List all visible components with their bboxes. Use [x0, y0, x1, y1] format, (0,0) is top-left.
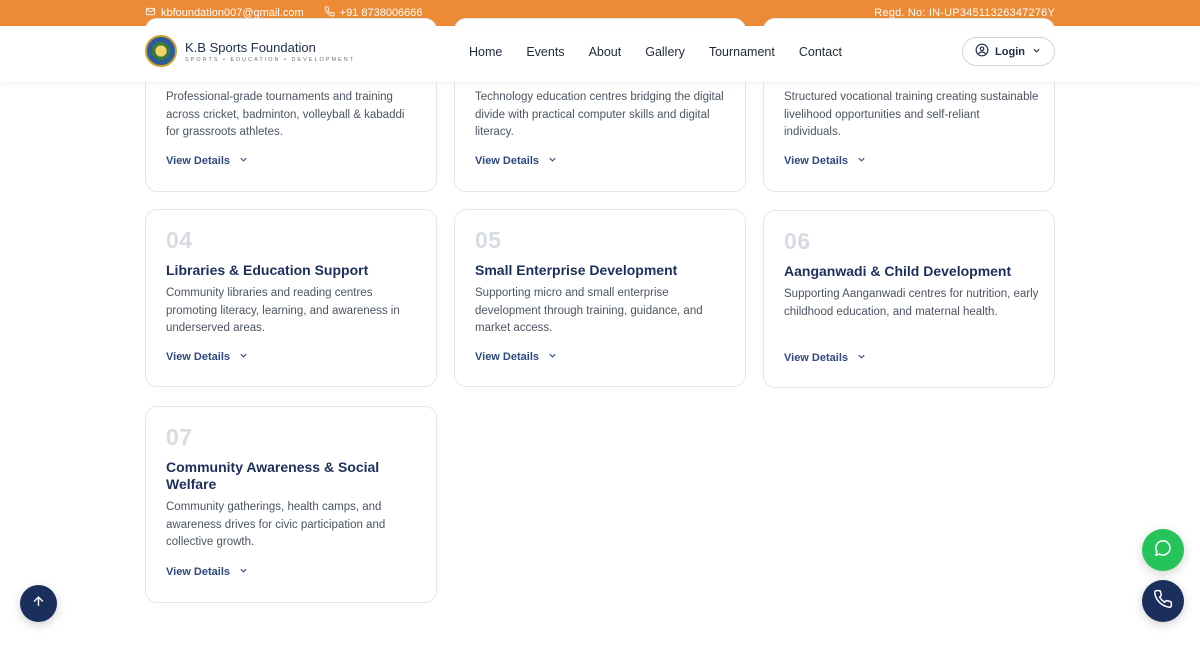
program-card: 07 Community Awareness & Social Welfare … — [145, 406, 437, 603]
view-details-link[interactable]: View Details — [166, 565, 249, 579]
phone-icon — [1153, 589, 1173, 614]
nav-events[interactable]: Events — [514, 45, 576, 59]
card-number: 06 — [784, 228, 811, 254]
program-card: 05 Small Enterprise Development Supporti… — [454, 209, 746, 387]
nav-contact[interactable]: Contact — [787, 45, 854, 59]
card-description: Supporting micro and small enterprise de… — [475, 287, 703, 334]
chevron-down-icon — [547, 154, 558, 168]
view-details-link[interactable]: View Details — [784, 154, 867, 168]
brand-name: K.B Sports Foundation — [185, 39, 316, 55]
arrow-up-icon — [31, 594, 46, 614]
view-details-link[interactable]: View Details — [475, 350, 558, 364]
view-details-link[interactable]: View Details — [784, 351, 867, 365]
card-title: Libraries & Education Support — [166, 262, 369, 278]
nav-gallery[interactable]: Gallery — [633, 45, 697, 59]
program-card: 04 Libraries & Education Support Communi… — [145, 209, 437, 387]
chevron-down-icon — [1031, 45, 1042, 59]
chevron-down-icon — [547, 350, 558, 364]
card-description: Professional-grade tournaments and train… — [166, 91, 405, 138]
call-button[interactable] — [1142, 580, 1184, 622]
login-button[interactable]: Login — [962, 37, 1055, 66]
whatsapp-icon — [1153, 538, 1173, 563]
card-description: Structured vocational training creating … — [784, 91, 1039, 138]
brand-tagline: SPORTS • EDUCATION • DEVELOPMENT — [185, 56, 356, 63]
chevron-down-icon — [238, 154, 249, 168]
nav-home[interactable]: Home — [457, 45, 514, 59]
card-title: Community Awareness & Social Welfare — [166, 459, 380, 492]
view-details-link[interactable]: View Details — [475, 154, 558, 168]
main-header: K.B Sports Foundation SPORTS • EDUCATION… — [0, 26, 1200, 82]
card-description: Community gatherings, health camps, and … — [166, 501, 386, 548]
card-description: Community libraries and reading centres … — [166, 287, 400, 334]
card-number: 05 — [475, 227, 502, 253]
view-details-link[interactable]: View Details — [166, 154, 249, 168]
card-number: 04 — [166, 227, 193, 253]
card-title: Aanganwadi & Child Development — [784, 263, 1012, 279]
brand[interactable]: K.B Sports Foundation SPORTS • EDUCATION… — [145, 35, 355, 67]
chevron-down-icon — [856, 351, 867, 365]
nav-tournament[interactable]: Tournament — [697, 45, 787, 59]
nav-about[interactable]: About — [577, 45, 634, 59]
user-circle-icon — [975, 43, 989, 60]
view-details-link[interactable]: View Details — [166, 350, 249, 364]
main-nav: Home Events About Gallery Tournament Con… — [457, 26, 854, 78]
whatsapp-button[interactable] — [1142, 529, 1184, 571]
scroll-top-button[interactable] — [20, 585, 57, 622]
foundation-logo — [145, 35, 177, 67]
chevron-down-icon — [238, 565, 249, 579]
card-description: Supporting Aanganwadi centres for nutrit… — [784, 288, 1039, 318]
program-card: 06 Aanganwadi & Child Development Suppor… — [763, 210, 1055, 388]
card-number: 07 — [166, 424, 193, 450]
chevron-down-icon — [238, 350, 249, 364]
login-label: Login — [995, 45, 1025, 58]
chevron-down-icon — [856, 154, 867, 168]
card-description: Technology education centres bridging th… — [475, 91, 724, 138]
card-title: Small Enterprise Development — [475, 262, 678, 278]
